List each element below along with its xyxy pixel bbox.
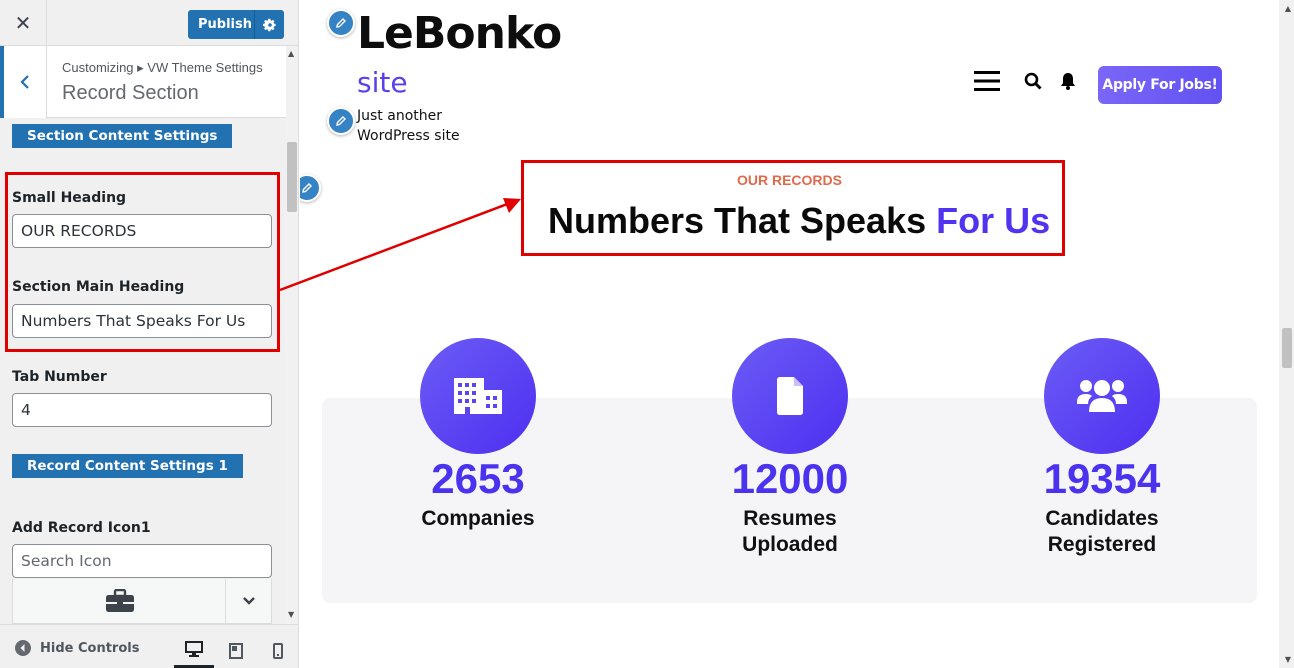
- sidebar-scrollbar[interactable]: [286, 46, 298, 624]
- preview-tablet-button[interactable]: [216, 633, 256, 668]
- scroll-down-icon[interactable]: ▼: [288, 610, 294, 619]
- chevron-down-icon: [242, 597, 255, 605]
- section-content-settings-tag: Section Content Settings: [12, 124, 233, 148]
- section-header: Customizing ▸ VW Theme Settings Record S…: [0, 46, 286, 118]
- stat-icon-circle: [732, 338, 848, 454]
- site-title-suffix[interactable]: site: [357, 66, 408, 99]
- customizer-footer: Hide Controls: [0, 624, 298, 668]
- tablet-icon: [229, 643, 243, 659]
- scroll-up-icon[interactable]: ▲: [288, 49, 294, 58]
- apply-for-jobs-button[interactable]: Apply For Jobs!: [1098, 66, 1222, 104]
- main-heading-text: Numbers That Speaks: [548, 200, 937, 241]
- picker-toggle-button[interactable]: [225, 579, 271, 623]
- hide-controls-label: Hide Controls: [40, 640, 140, 656]
- hamburger-menu-icon[interactable]: [974, 70, 1000, 96]
- stat-value: 12000: [731, 455, 849, 502]
- stat-label: Candidates Registered: [1045, 507, 1159, 556]
- close-customizer-button[interactable]: ✕: [0, 0, 47, 46]
- stat-resumes: 12000 Resumes Uploaded: [670, 338, 910, 558]
- customizer-topbar: ✕ Publish: [0, 0, 298, 46]
- chevron-left-icon: [20, 75, 29, 89]
- stat-label: Resumes Uploaded: [742, 507, 838, 556]
- stat-companies: 2653 Companies: [358, 338, 598, 532]
- tab-number-input[interactable]: [12, 393, 272, 427]
- publish-label: Publish: [198, 17, 252, 32]
- users-icon: [1077, 380, 1127, 412]
- search-icon[interactable]: [1024, 72, 1042, 94]
- preview-scroll-up-icon[interactable]: ▲: [1285, 4, 1291, 13]
- edit-site-title-pencil-icon[interactable]: [327, 9, 355, 37]
- arrow-left-circle-icon: [15, 640, 31, 656]
- stat-icon-circle: [1044, 338, 1160, 454]
- edit-tagline-pencil-icon[interactable]: [327, 107, 355, 135]
- record-icon-label: Add Record Icon1: [12, 520, 151, 536]
- customizer-sidebar: ✕ Publish Customizing ▸ VW Theme Setting…: [0, 0, 299, 668]
- icon-search-input[interactable]: [12, 544, 272, 578]
- file-icon: [777, 377, 803, 415]
- bell-icon[interactable]: [1060, 72, 1076, 94]
- publish-button[interactable]: Publish: [188, 10, 284, 39]
- records-main-heading: Numbers That Speaks For Us: [548, 200, 1050, 242]
- briefcase-icon: [105, 588, 135, 617]
- hide-controls-button[interactable]: Hide Controls: [14, 639, 139, 657]
- stat-icon-circle: [420, 338, 536, 454]
- preview-mobile-button[interactable]: [258, 633, 298, 668]
- stat-candidates: 19354 Candidates Registered: [982, 338, 1222, 558]
- stat-value: 2653: [431, 455, 525, 502]
- main-heading-accent: For Us: [936, 200, 1051, 241]
- building-icon: [454, 378, 502, 414]
- breadcrumb: Customizing ▸ VW Theme Settings: [62, 60, 263, 75]
- preview-scroll-thumb[interactable]: [1282, 328, 1292, 368]
- site-tagline: Just another WordPress site: [357, 108, 460, 144]
- tab-number-label: Tab Number: [12, 369, 107, 385]
- site-preview: LeBonko site Just another WordPress site…: [300, 0, 1294, 668]
- back-button[interactable]: [0, 46, 47, 118]
- publish-settings-gear-icon[interactable]: [254, 10, 284, 39]
- highlight-box-fields: [5, 172, 280, 352]
- stat-value: 19354: [1043, 455, 1161, 502]
- sidebar-scroll-thumb[interactable]: [287, 142, 297, 212]
- stat-label: Companies: [421, 507, 535, 530]
- preview-desktop-button[interactable]: [174, 633, 214, 668]
- icon-picker[interactable]: [12, 579, 272, 624]
- site-title[interactable]: LeBonko: [357, 8, 562, 59]
- section-title: Record Section: [62, 82, 199, 104]
- records-small-heading: OUR RECORDS: [736, 172, 842, 188]
- desktop-icon: [185, 641, 203, 657]
- record-content-settings-tag: Record Content Settings 1: [12, 454, 243, 478]
- mobile-icon: [273, 643, 283, 659]
- preview-scroll-down-icon[interactable]: ▼: [1285, 655, 1291, 664]
- header-nav-icons: [974, 70, 1076, 96]
